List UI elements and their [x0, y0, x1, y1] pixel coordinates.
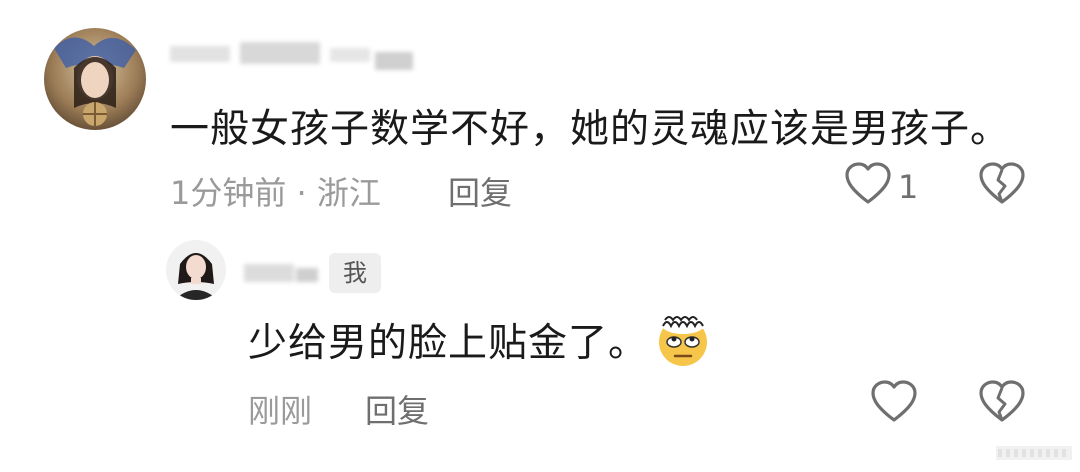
face-with-spiral-hair-eye-roll-emoji	[655, 312, 711, 368]
reply-button[interactable]: 回复	[365, 386, 429, 432]
like-heart-icon[interactable]	[870, 380, 918, 424]
comment-text: 一般女孩子数学不好，她的灵魂应该是男孩子。	[170, 107, 1011, 152]
comment-username-blurred	[170, 38, 415, 76]
reply-avatar[interactable]	[166, 240, 226, 300]
reply-text: 少给男的脸上贴金了。	[248, 321, 649, 366]
reply-button[interactable]: 回复	[448, 168, 512, 214]
watermark-pattern	[994, 440, 1074, 466]
avatar-image	[44, 28, 146, 130]
dislike-broken-heart-icon[interactable]	[978, 162, 1026, 206]
dislike-broken-heart-icon[interactable]	[978, 380, 1026, 424]
like-count: 1	[898, 168, 919, 206]
like-heart-icon[interactable]	[844, 162, 892, 206]
avatar-image	[166, 240, 226, 300]
self-badge: 我	[329, 253, 381, 293]
reply-time: 刚刚	[248, 392, 313, 430]
comment-avatar[interactable]	[44, 28, 146, 130]
reply-username-blurred	[244, 256, 320, 288]
comment-meta: 1分钟前 · 浙江	[170, 174, 381, 212]
